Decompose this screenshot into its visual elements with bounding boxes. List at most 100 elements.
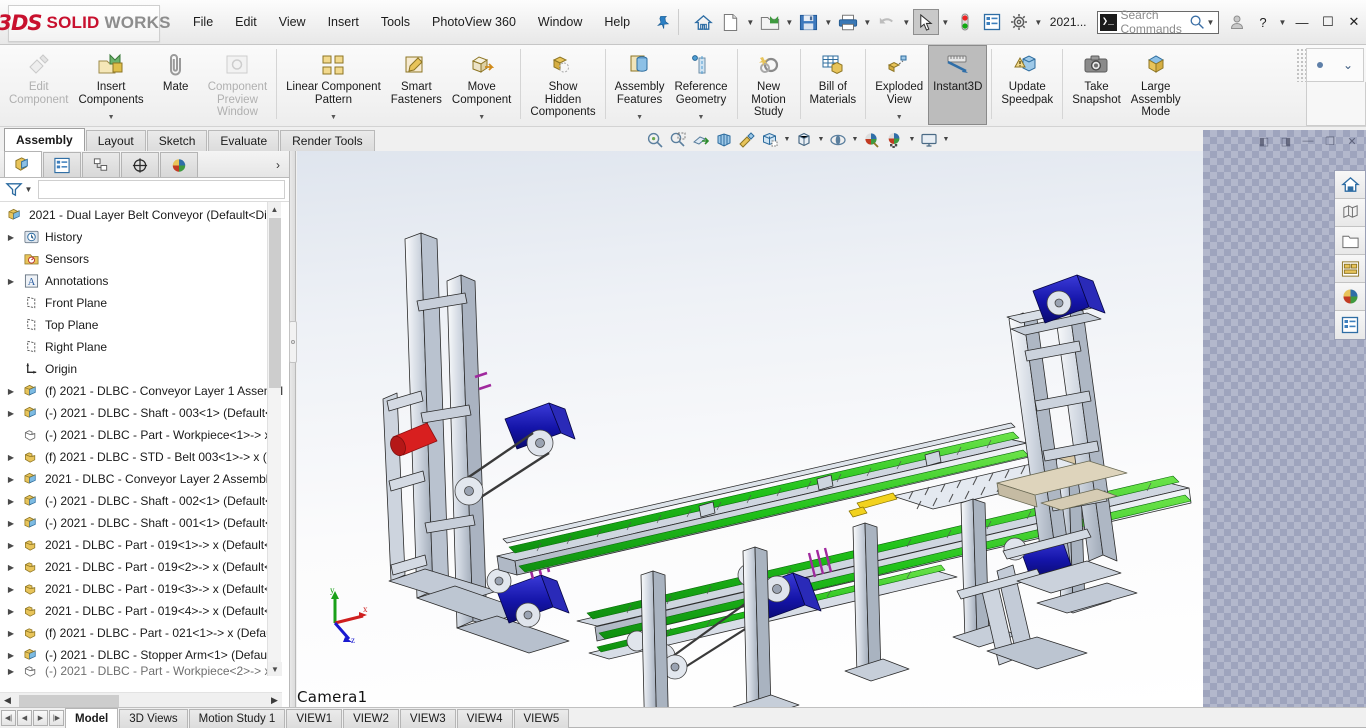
tree-expand-arrow-icon[interactable]: ▶ bbox=[4, 277, 18, 286]
tree-item[interactable]: Origin bbox=[0, 358, 289, 380]
tab-nav-first-icon[interactable]: ◀| bbox=[1, 710, 16, 726]
pin-icon[interactable] bbox=[655, 12, 670, 32]
help-dropdown-icon[interactable]: ▼ bbox=[1277, 9, 1288, 35]
insert-components-button[interactable]: Insert Components ▼ bbox=[73, 45, 148, 125]
view-settings-dropdown-icon[interactable]: ▼ bbox=[941, 129, 951, 150]
bottom-tab-view3[interactable]: VIEW3 bbox=[400, 709, 456, 728]
print-dropdown-icon[interactable]: ▼ bbox=[862, 9, 873, 35]
view-home-icon[interactable] bbox=[1335, 171, 1365, 199]
tree-horizontal-scrollbar[interactable]: ◀ ▶ bbox=[0, 692, 282, 707]
doc-close-icon[interactable]: ✕ bbox=[1344, 134, 1360, 148]
tab-layout[interactable]: Layout bbox=[86, 130, 146, 151]
feature-manager-more-tabs-icon[interactable]: › bbox=[267, 152, 289, 177]
search-commands-box[interactable]: ❯_ Search Commands ▼ bbox=[1097, 11, 1220, 34]
apply-scene-icon[interactable] bbox=[884, 129, 906, 150]
tree-scroll-right-icon[interactable]: ▶ bbox=[267, 693, 282, 708]
tree-expand-arrow-icon[interactable]: ▶ bbox=[4, 409, 18, 418]
bill-of-materials-button[interactable]: Bill of Materials bbox=[805, 45, 862, 125]
display-style-cube-icon[interactable] bbox=[793, 129, 815, 150]
linear-component-pattern-button[interactable]: Linear Component Pattern ▼ bbox=[281, 45, 386, 125]
edit-component-button[interactable]: Edit Component bbox=[4, 45, 73, 125]
undo-icon[interactable] bbox=[874, 9, 900, 35]
new-motion-study-button[interactable]: New Motion Study bbox=[742, 45, 796, 125]
assembly-features-button[interactable]: Assembly Features ▼ bbox=[610, 45, 670, 125]
tab-evaluate[interactable]: Evaluate bbox=[208, 130, 279, 151]
tree-expand-arrow-icon[interactable]: ▶ bbox=[4, 453, 18, 462]
ribbon-grip-handle[interactable] bbox=[1296, 48, 1306, 82]
tree-item[interactable]: ▶History bbox=[0, 226, 289, 248]
edit-appearance-icon[interactable] bbox=[861, 129, 883, 150]
filter-dropdown-icon[interactable]: ▼ bbox=[23, 177, 34, 203]
save-dropdown-icon[interactable]: ▼ bbox=[823, 9, 834, 35]
tree-expand-arrow-icon[interactable]: ▶ bbox=[4, 387, 18, 396]
menu-item-edit[interactable]: Edit bbox=[224, 10, 268, 34]
open-dropdown-icon[interactable]: ▼ bbox=[784, 9, 795, 35]
options-list-icon[interactable] bbox=[979, 9, 1005, 35]
tree-expand-arrow-icon[interactable]: ▶ bbox=[4, 607, 18, 616]
save-icon[interactable] bbox=[796, 9, 822, 35]
open-folder-icon[interactable] bbox=[757, 9, 783, 35]
tree-item[interactable]: ▶(f) 2021 - DLBC - STD - Belt 003<1>-> x… bbox=[0, 446, 289, 468]
bottom-tab-view2[interactable]: VIEW2 bbox=[343, 709, 399, 728]
component-preview-window-button[interactable]: Component Preview Window bbox=[203, 45, 272, 125]
print-icon[interactable] bbox=[835, 9, 861, 35]
exploded-view-dropdown-icon[interactable]: ▼ bbox=[896, 114, 903, 121]
tree-root-item[interactable]: 2021 - Dual Layer Belt Conveyor (Default… bbox=[0, 204, 289, 226]
view-shadow-icon[interactable] bbox=[827, 129, 849, 150]
tree-expand-arrow-icon[interactable]: ▶ bbox=[4, 233, 18, 242]
tree-expand-arrow-icon[interactable]: ▶ bbox=[4, 541, 18, 550]
restore-left-icon[interactable]: ◧ bbox=[1256, 134, 1272, 148]
doc-minimize-icon[interactable]: — bbox=[1300, 134, 1316, 148]
menu-item-view[interactable]: View bbox=[268, 10, 317, 34]
view-palette-sphere-icon[interactable] bbox=[1335, 283, 1365, 311]
view-shadow-dropdown-icon[interactable]: ▼ bbox=[850, 129, 860, 150]
tree-scroll-up-icon[interactable]: ▲ bbox=[268, 202, 281, 216]
menu-item-tools[interactable]: Tools bbox=[370, 10, 421, 34]
tree-item[interactable]: ▶AAnnotations bbox=[0, 270, 289, 292]
design-library-folder-icon[interactable] bbox=[1335, 227, 1365, 255]
tree-item[interactable]: ▶(-) 2021 - DLBC - Stopper Arm<1> (Defau… bbox=[0, 644, 289, 666]
tree-item[interactable]: ▶(-) 2021 - DLBC - Shaft - 001<1> (Defau… bbox=[0, 512, 289, 534]
graphics-viewport[interactable]: y x z bbox=[297, 151, 1203, 707]
tab-assembly[interactable]: Assembly bbox=[4, 128, 85, 151]
tree-item[interactable]: ▶(-) 2021 - DLBC - Part - Workpiece<2>->… bbox=[0, 666, 289, 676]
tree-expand-arrow-icon[interactable]: ▶ bbox=[4, 629, 18, 638]
tree-expand-arrow-icon[interactable]: ▶ bbox=[4, 667, 18, 676]
reference-geometry-button[interactable]: Reference Geometry ▼ bbox=[669, 45, 732, 125]
insert-components-dropdown-icon[interactable]: ▼ bbox=[108, 114, 115, 121]
reference-geometry-dropdown-icon[interactable]: ▼ bbox=[698, 114, 705, 121]
tree-item[interactable]: ▶(f) 2021 - DLBC - Conveyor Layer 1 Asse… bbox=[0, 380, 289, 402]
help-icon[interactable]: ? bbox=[1251, 10, 1275, 34]
filter-funnel-icon[interactable] bbox=[5, 181, 23, 198]
zoom-to-fit-icon[interactable] bbox=[644, 129, 666, 150]
tree-scroll-left-icon[interactable]: ◀ bbox=[0, 693, 15, 708]
tree-expand-arrow-icon[interactable]: ▶ bbox=[4, 519, 18, 528]
tree-item[interactable]: Sensors bbox=[0, 248, 289, 270]
custom-properties-icon[interactable] bbox=[1335, 311, 1365, 339]
ribbon-chevron-down-icon[interactable]: ⌄ bbox=[1343, 58, 1353, 72]
restore-right-icon[interactable]: ◨ bbox=[1278, 134, 1294, 148]
zoom-to-area-icon[interactable] bbox=[667, 129, 689, 150]
show-hidden-components-button[interactable]: Show Hidden Components bbox=[525, 45, 600, 125]
search-dropdown-icon[interactable]: ▼ bbox=[1205, 9, 1216, 35]
rebuild-icon[interactable] bbox=[952, 9, 978, 35]
tree-item[interactable]: (-) 2021 - DLBC - Part - Workpiece<1>-> … bbox=[0, 424, 289, 446]
panel-splitter-handle[interactable] bbox=[289, 321, 297, 363]
menu-item-file[interactable]: File bbox=[182, 10, 224, 34]
tree-item[interactable]: ▶2021 - DLBC - Part - 019<1>-> x (Defaul… bbox=[0, 534, 289, 556]
tree-hscroll-thumb[interactable] bbox=[19, 695, 119, 707]
dimxpert-manager-tab[interactable] bbox=[121, 152, 159, 177]
appearances-library-icon[interactable] bbox=[1335, 199, 1365, 227]
apply-scene-dropdown-icon[interactable]: ▼ bbox=[907, 129, 917, 150]
tab-render-tools[interactable]: Render Tools bbox=[280, 130, 375, 151]
bottom-tab-motion-study-1[interactable]: Motion Study 1 bbox=[189, 709, 286, 728]
doc-restore-icon[interactable]: ❐ bbox=[1322, 134, 1338, 148]
bottom-tab-model[interactable]: Model bbox=[65, 708, 118, 728]
panel-splitter[interactable] bbox=[290, 151, 296, 707]
tab-nav-prev-icon[interactable]: ◀ bbox=[17, 710, 32, 726]
exploded-view-button[interactable]: Exploded View ▼ bbox=[870, 45, 928, 125]
menu-item-window[interactable]: Window bbox=[527, 10, 593, 34]
tab-nav-next-icon[interactable]: ▶ bbox=[33, 710, 48, 726]
tree-item[interactable]: Front Plane bbox=[0, 292, 289, 314]
ribbon-collapse-bar[interactable]: ⌄ bbox=[1306, 48, 1364, 82]
